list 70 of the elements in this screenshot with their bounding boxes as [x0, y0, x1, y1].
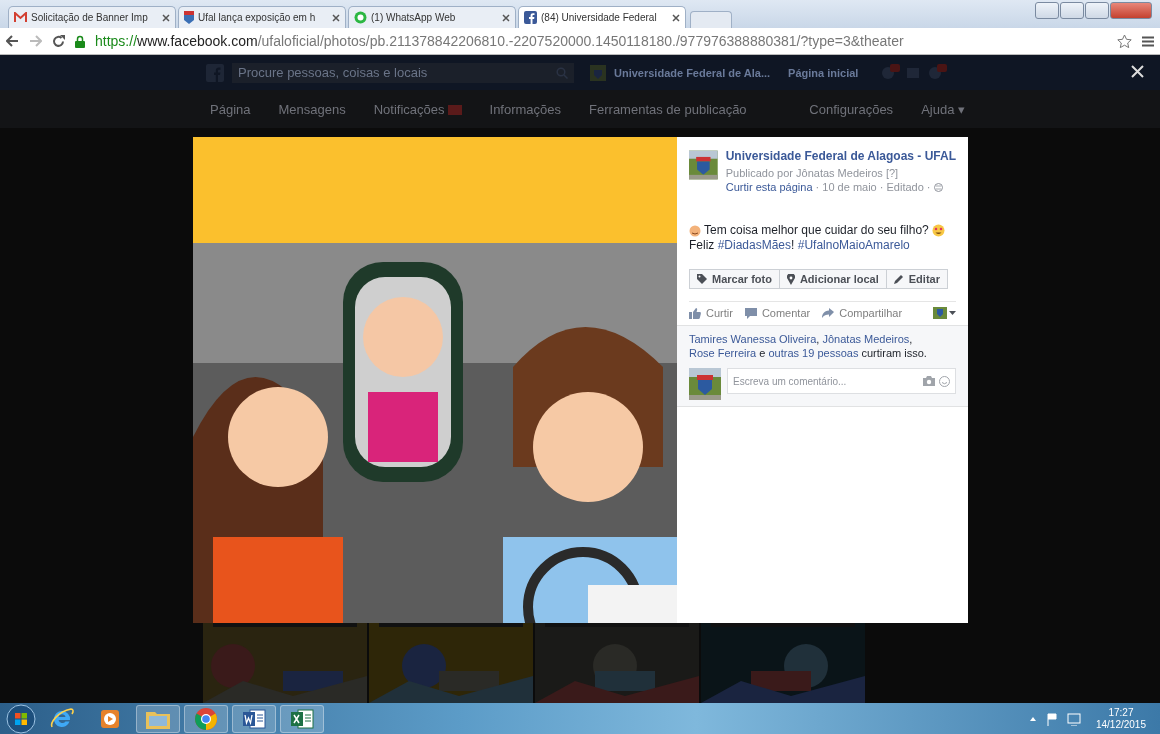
shield-icon: [184, 11, 194, 24]
facebook-icon: [524, 11, 537, 24]
page-link[interactable]: Universidade Federal de Ala...: [614, 66, 771, 79]
url-text[interactable]: https://www.facebook.com/ufaloficial/photos/pb.211378842206810.-2207520000.1450118180./977976388880381/?type=3&theater: [95, 33, 1107, 49]
chat-icon: [354, 11, 367, 24]
close-icon[interactable]: [672, 13, 680, 22]
thumbs-up-icon: [689, 307, 701, 319]
like-page-link[interactable]: Curtir esta página: [725, 181, 813, 193]
menu-icon[interactable]: [1142, 35, 1154, 47]
heart-eyes-emoji-icon: [931, 224, 945, 237]
tag-icon: [697, 274, 707, 284]
browser-tab[interactable]: Ufal lança exposição em h: [178, 6, 346, 28]
tag-action-button[interactable]: Marcar foto: [689, 269, 780, 289]
browser-tab[interactable]: (84) Universidade Federal: [518, 6, 686, 28]
pencil-action-button[interactable]: Editar: [885, 269, 948, 289]
mail-icon: [14, 12, 27, 23]
pencil-icon: [893, 274, 904, 284]
likes-summary-text: Tamires Wanessa Oliveira, Jônatas Medeiros, Rose Ferreira e outras 19 pessoas curtiram isso.: [677, 325, 968, 364]
page-avatar-icon: [590, 64, 606, 81]
page-name-link[interactable]: Universidade Federal de Alagoas - UFAL: [725, 149, 956, 163]
smiley-icon[interactable]: [939, 376, 950, 387]
commenter-avatar-icon: [689, 368, 721, 400]
caret-icon[interactable]: [949, 311, 956, 315]
browser-tab[interactable]: Solicitação de Banner Imp: [8, 6, 176, 28]
baby-emoji-icon: [689, 224, 701, 237]
post-date-text: · 10 de maio · Editado ·: [814, 181, 932, 193]
page-nav-tab[interactable]: Página: [210, 101, 251, 117]
person-link[interactable]: Rose Ferreira: [689, 347, 757, 359]
person-link[interactable]: outras 19 pessoas: [768, 347, 859, 359]
comment-action-link[interactable]: Comentar: [744, 307, 811, 319]
star-icon[interactable]: [1117, 34, 1132, 48]
close-icon[interactable]: [502, 13, 510, 22]
help-menu[interactable]: Ajuda ▾: [921, 101, 965, 117]
maximize-button[interactable]: [1085, 2, 1109, 19]
back-icon[interactable]: [6, 35, 19, 47]
search-field[interactable]: Procure pessoas, coisas e locais: [232, 62, 574, 83]
clock-date[interactable]: 14/12/2015: [1095, 718, 1146, 731]
close-icon[interactable]: [332, 13, 340, 22]
hashtag-link[interactable]: #UfalnoMaioAmarelo: [797, 238, 910, 252]
pin-action-button[interactable]: Adicionar local: [778, 269, 887, 289]
home-link[interactable]: Página inicial: [788, 66, 859, 79]
share-icon: [822, 308, 835, 318]
post-message-text: Feliz #DiadasMães! #UfalnoMaioAmarelo: [689, 238, 911, 253]
page-avatar-icon: [689, 149, 718, 181]
comment-icon: [744, 307, 757, 319]
minimize-button[interactable]: [1060, 2, 1084, 19]
published-by-text: Publicado por Jônatas Medeiros: [725, 167, 883, 179]
page-nav-tab[interactable]: Ferramentas de publicação: [589, 101, 747, 117]
excel-icon[interactable]: [290, 707, 314, 730]
user-button[interactable]: [1035, 2, 1059, 19]
clock-time[interactable]: 17:27: [1108, 706, 1134, 719]
like-action-link[interactable]: Curtir: [689, 307, 733, 319]
pin-icon: [786, 273, 795, 285]
page-nav-tab[interactable]: Notificações: [373, 101, 462, 117]
share-action-link[interactable]: Compartilhar: [822, 307, 903, 319]
chrome-icon[interactable]: [194, 706, 218, 731]
word-icon[interactable]: [242, 707, 266, 730]
camera-icon[interactable]: [923, 376, 935, 386]
start-button[interactable]: [6, 703, 36, 734]
media-player-icon[interactable]: [99, 707, 121, 730]
globe-icon: [933, 182, 943, 192]
post-message-text: Tem coisa melhor que cuidar do seu filho?: [704, 223, 929, 238]
page-nav-tab[interactable]: Informações: [489, 101, 562, 117]
browser-tab[interactable]: (1) WhatsApp Web: [348, 6, 516, 28]
page-nav-tab[interactable]: Mensagens: [278, 101, 346, 117]
comment-field[interactable]: Escreva um comentário...: [727, 368, 956, 394]
close-icon[interactable]: [162, 13, 170, 22]
reload-icon[interactable]: [52, 34, 65, 48]
settings-link[interactable]: Configurações: [809, 101, 894, 117]
lock-icon: [75, 34, 85, 48]
